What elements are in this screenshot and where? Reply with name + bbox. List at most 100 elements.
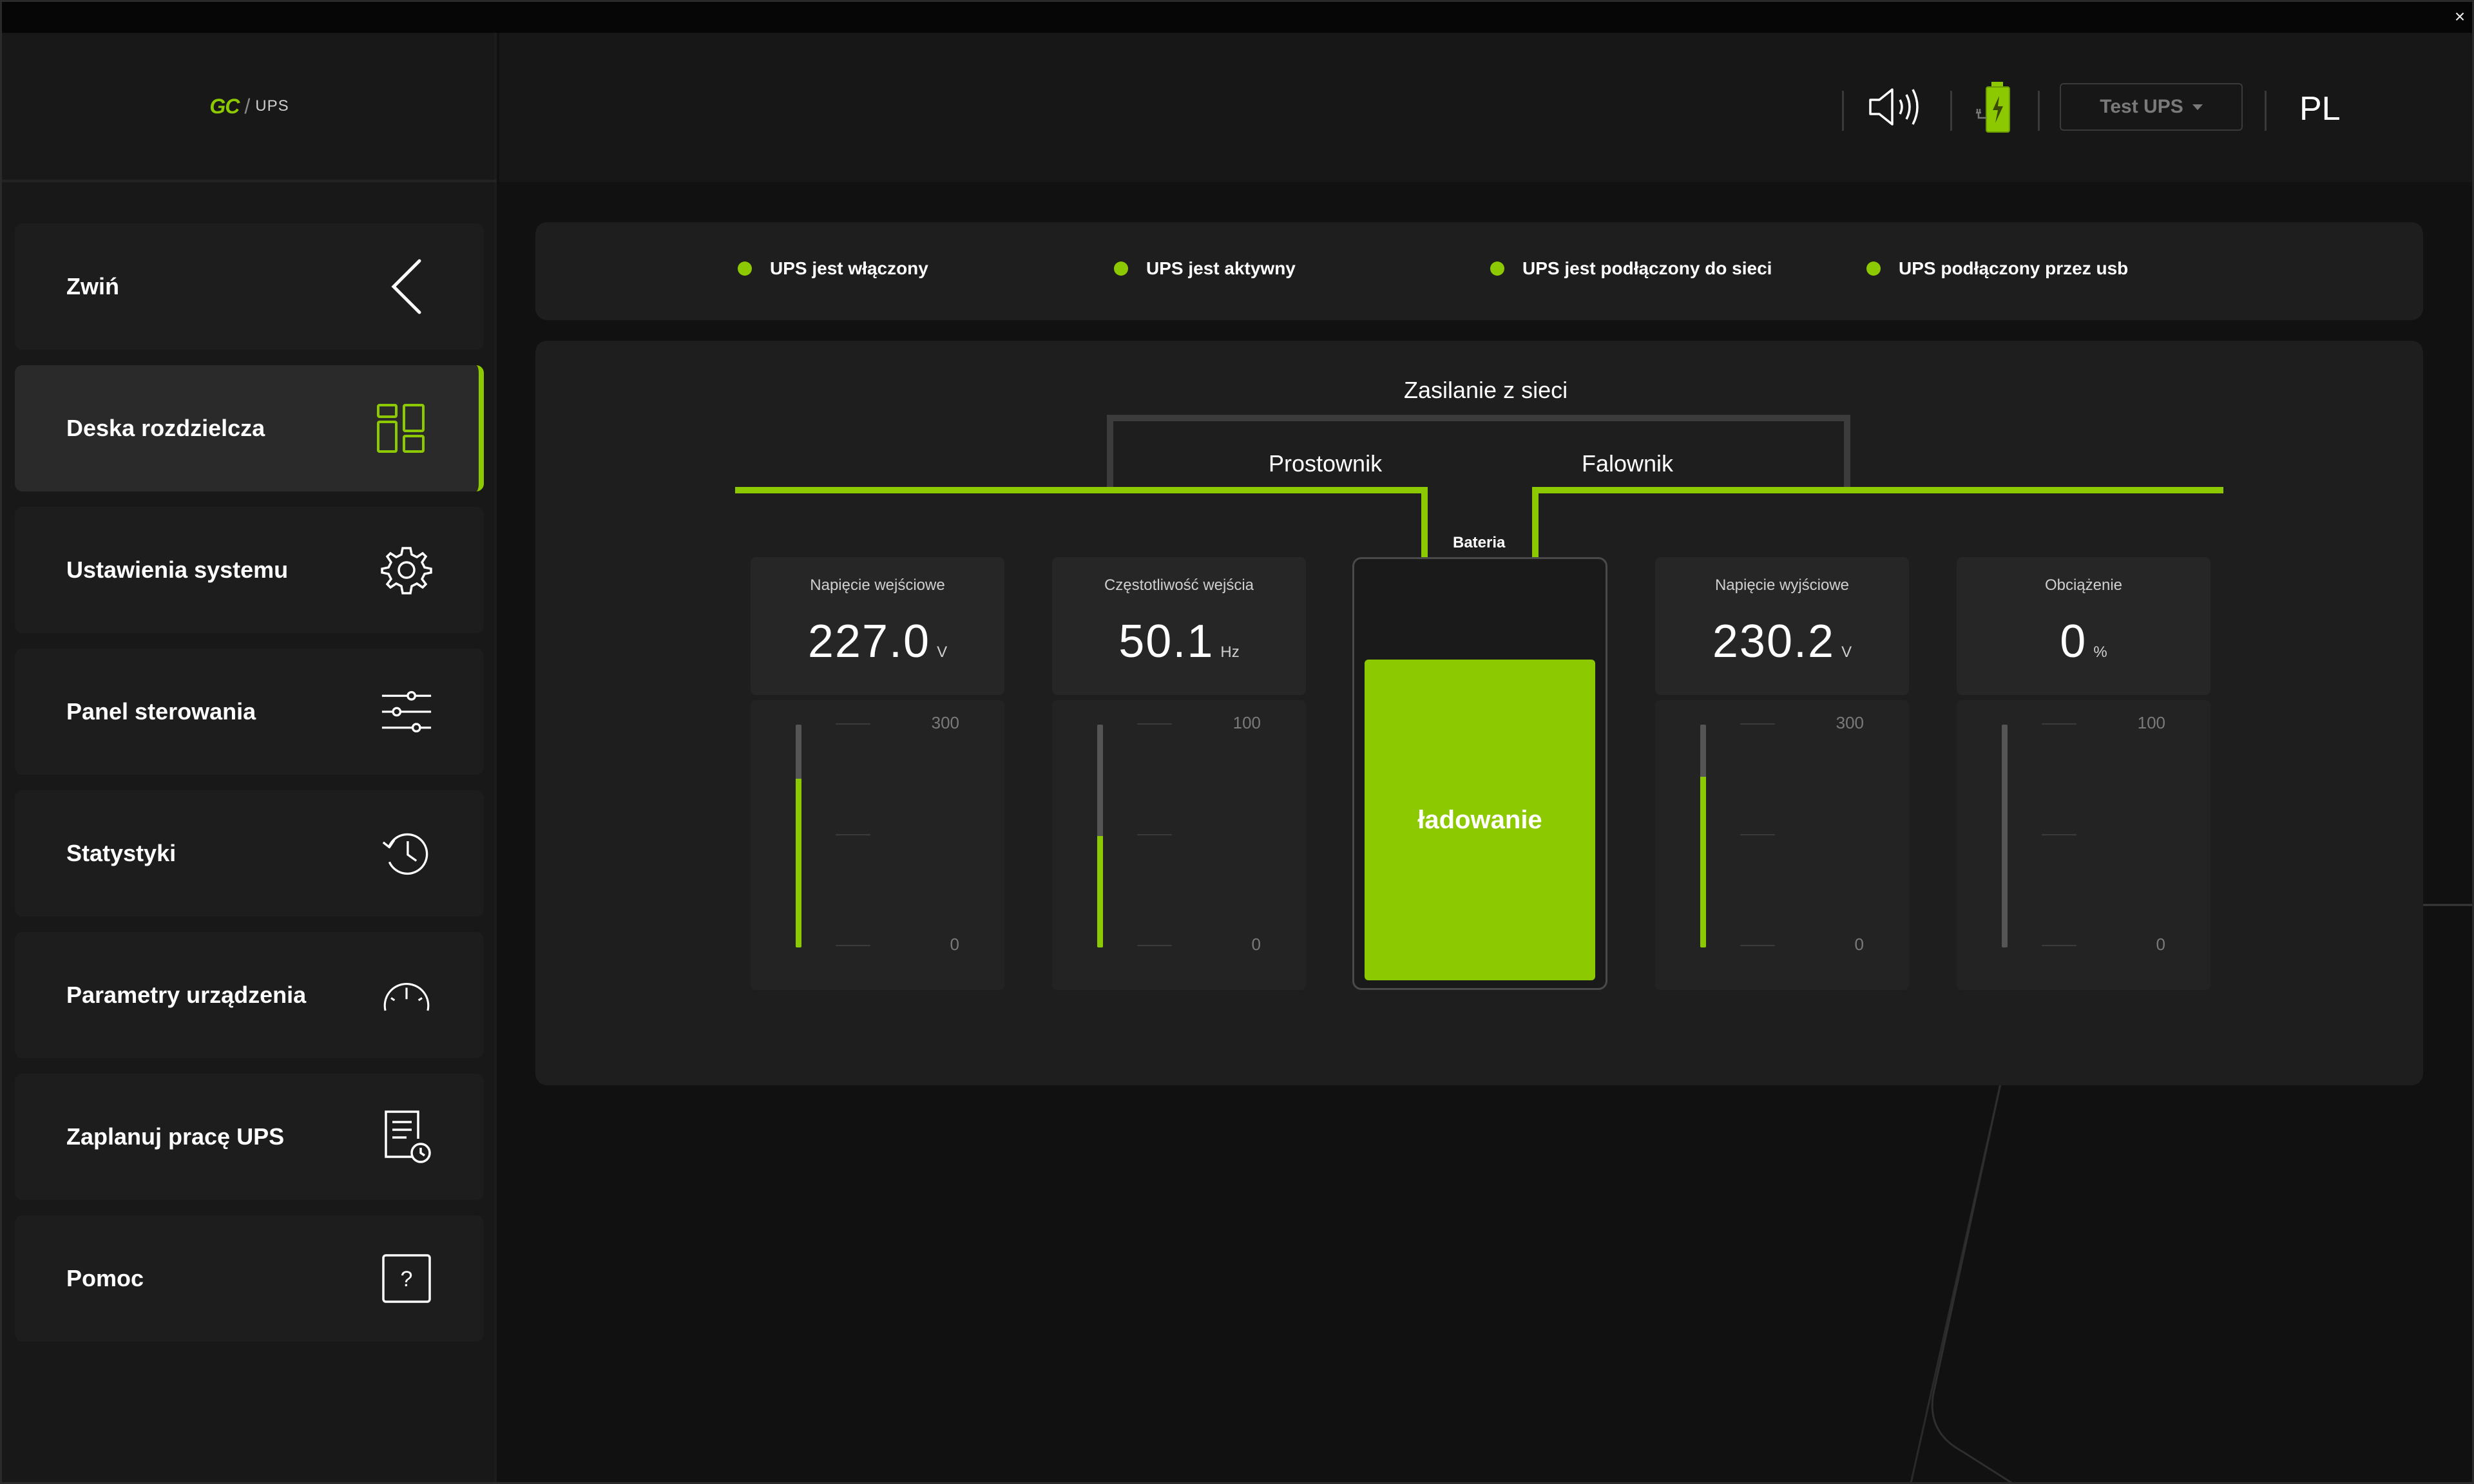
chevron-left-icon (381, 259, 432, 314)
test-ups-label: Test UPS (2100, 96, 2183, 117)
logo-product: UPS (255, 97, 289, 115)
battery-status-card: ładowanie (1352, 557, 1607, 990)
gauge-bar (796, 725, 801, 947)
header-divider (2265, 91, 2267, 131)
close-button[interactable]: × (2449, 6, 2471, 28)
sidebar-item-device-parameters[interactable]: Parametry urządzenia (15, 932, 484, 1058)
mains-label: Zasilanie z sieci (1404, 377, 1568, 403)
sidebar-item-system-settings[interactable]: Ustawienia systemu (15, 507, 484, 633)
gauge-title: Napięcie wyjściowe (1714, 576, 1850, 594)
tick (2042, 723, 2076, 725)
dashboard-icon (376, 403, 427, 454)
gauge-load: Obciążenie 0% 100 0 (1957, 557, 2210, 990)
tick (1740, 834, 1775, 835)
status-text: UPS jest włączony (770, 258, 928, 278)
gauge-bar-fill (796, 779, 801, 947)
gauge-scale: 100 0 (1052, 700, 1306, 990)
gauge-bar (1097, 725, 1103, 947)
gauge-min-label: 0 (950, 935, 959, 954)
gauge-header: Obciążenie 0% (1957, 557, 2210, 695)
svg-text:?: ? (401, 1267, 413, 1291)
gauge-unit: Hz (1220, 643, 1240, 661)
gauge-value: 230.2 (1712, 616, 1836, 667)
speaker-icon[interactable] (1868, 86, 1922, 131)
gauge-input-frequency: Częstotliwość wejścia 50.1 Hz 100 0 (1052, 557, 1306, 990)
gauge-title: Napięcie wejściowe (810, 576, 945, 594)
status-dot-icon (1114, 262, 1128, 276)
sliders-icon (381, 686, 432, 737)
gauge-max-label: 100 (2137, 713, 2165, 732)
gauge-max-label: 300 (931, 713, 959, 732)
gauge-unit: % (2093, 643, 2107, 661)
battery-charging-icon (1973, 81, 2020, 138)
gauge-value-row: 227.0 V (751, 615, 1004, 668)
language-selector[interactable]: PL (2299, 90, 2341, 128)
status-text: UPS jest podłączony do sieci (1522, 258, 1772, 278)
status-item: UPS jest włączony (738, 258, 928, 279)
sidebar-item-label: Zwiń (66, 273, 119, 300)
sidebar-item-label: Zaplanuj pracę UPS (66, 1123, 285, 1150)
gauge-header: Częstotliwość wejścia 50.1 Hz (1052, 557, 1306, 695)
sidebar-item-statistics[interactable]: Statystyki (15, 790, 484, 917)
rectifier-label: Prostownik (1269, 450, 1383, 477)
gauge-icon (381, 969, 432, 1021)
status-bar: UPS jest włączony UPS jest aktywny UPS j… (535, 222, 2423, 320)
battery-state: ładowanie (1417, 805, 1542, 834)
tick (1137, 834, 1172, 835)
tick (1137, 723, 1172, 725)
sidebar-item-label: Deska rozdzielcza (66, 415, 265, 441)
tick (1740, 723, 1775, 725)
gauge-bar-fill (1097, 835, 1103, 947)
sidebar-item-help[interactable]: Pomoc ? (15, 1215, 484, 1342)
gear-icon (381, 544, 432, 596)
gauge-title: Obciążenie (2044, 576, 2123, 594)
tick (1137, 945, 1172, 946)
battery-fill: ładowanie (1365, 660, 1595, 980)
status-dot-icon (738, 262, 752, 276)
gauge-value: 50.1 (1118, 616, 1214, 667)
gauge-scale: 100 0 (1957, 700, 2210, 990)
app-window: × GC / UPS Zwiń Deska rozdzielcza Ustawi… (0, 0, 2474, 1484)
status-item: UPS podłączony przez usb (1866, 258, 2128, 279)
gauge-value: 0 (2060, 616, 2087, 667)
gauge-scale: 300 0 (751, 700, 1004, 990)
sidebar-item-dashboard[interactable]: Deska rozdzielcza (15, 365, 484, 491)
logo-separator: / (244, 94, 251, 118)
gauge-header: Napięcie wejściowe 227.0 V (751, 557, 1004, 695)
gauge-output-voltage: Napięcie wyjściowe 230.2 V 300 0 (1655, 557, 1909, 990)
tick (2042, 834, 2076, 835)
tick (1740, 945, 1775, 946)
gauge-bar-fill (1700, 776, 1706, 947)
gauge-scale: 300 0 (1655, 700, 1909, 990)
sidebar-item-label: Statystyki (66, 840, 177, 866)
gauge-unit: V (1841, 643, 1852, 661)
sidebar-item-control-panel[interactable]: Panel sterowania (15, 649, 484, 775)
gauge-bar (1700, 725, 1706, 947)
history-icon (381, 828, 432, 879)
title-bar: × (2, 2, 2472, 33)
test-ups-dropdown[interactable]: Test UPS (2060, 83, 2243, 131)
help-icon: ? (381, 1253, 432, 1304)
sidebar-item-schedule[interactable]: Zaplanuj pracę UPS (15, 1074, 484, 1200)
status-text: UPS podłączony przez usb (1899, 258, 2129, 278)
sidebar-item-label: Pomoc (66, 1265, 144, 1291)
sidebar-item-label: Ustawienia systemu (66, 556, 289, 583)
logo-brand: GC (209, 94, 240, 118)
status-text: UPS jest aktywny (1146, 258, 1296, 278)
gauge-max-label: 300 (1836, 713, 1864, 732)
sidebar-item-label: Panel sterowania (66, 698, 256, 725)
sidebar-item-collapse[interactable]: Zwiń (15, 224, 484, 350)
caret-down-icon (2192, 104, 2203, 110)
status-dot-icon (1866, 262, 1881, 276)
gauge-min-label: 0 (1251, 935, 1261, 954)
status-dot-icon (1490, 262, 1504, 276)
tick (836, 945, 870, 946)
status-item: UPS jest podłączony do sieci (1490, 258, 1772, 279)
gauge-header: Napięcie wyjściowe 230.2 V (1655, 557, 1909, 695)
gauge-unit: V (937, 643, 948, 661)
gauge-title: Częstotliwość wejścia (1104, 576, 1254, 594)
gauge-input-voltage: Napięcie wejściowe 227.0 V 300 0 (751, 557, 1004, 990)
gauge-value-row: 50.1 Hz (1052, 615, 1306, 668)
power-flow-panel: Zasilanie z sieci Prostownik Falownik Ba… (535, 341, 2423, 1085)
schedule-icon (381, 1110, 432, 1163)
